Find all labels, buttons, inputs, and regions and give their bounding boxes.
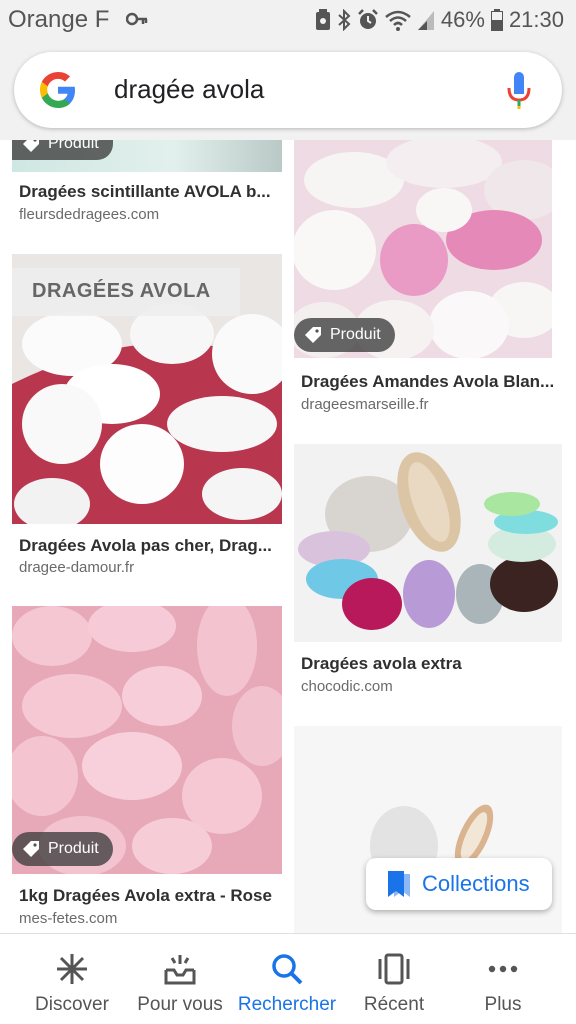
key-icon [126,12,148,26]
status-icons: 46% 21:30 [315,6,564,34]
clock-time: 21:30 [508,7,564,32]
image-results: Produit Dragées scintillante AVOLA b... … [0,140,576,933]
nav-recent[interactable]: Récent [344,934,444,1024]
nav-pour-vous[interactable]: Pour vous [130,934,230,1024]
result-title-1[interactable]: Dragées scintillante AVOLA b... [19,182,281,202]
collections-button[interactable]: Collections [366,858,552,910]
nav-plus[interactable]: Plus [460,934,546,1024]
mic-icon[interactable] [506,70,532,110]
nav-label-pour-vous: Pour vous [137,994,223,1015]
result-image-5[interactable]: Produit [12,606,282,874]
nav-label-plus: Plus [484,994,522,1015]
status-bar: Orange F 46% 21:30 [0,0,576,40]
wifi-icon [385,10,411,31]
bookmark-collections-icon [388,871,410,897]
search-bar[interactable]: dragée avola [14,52,562,128]
bottom-navigation: Discover Pour vous Rechercher Récent Plu… [0,933,576,1024]
collections-label: Collections [422,871,530,896]
nav-rechercher[interactable]: Rechercher [230,934,344,1024]
google-g-logo [40,72,75,108]
result-source-5: mes-fetes.com [19,910,118,927]
result-title-4[interactable]: Dragées avola extra [301,654,557,674]
tag-icon [23,140,39,152]
carrier-name: Orange F [8,6,110,33]
asterisk-icon [57,954,87,984]
search-area: dragée avola [0,40,576,140]
product-badge: Produit [12,140,113,160]
tag-icon [23,841,39,857]
product-badge: Produit [294,318,395,352]
result-title-2[interactable]: Dragées Amandes Avola Blan... [301,372,557,392]
battery-percent: 46% [440,7,485,32]
result-source-3: dragee-damour.fr [19,559,135,576]
product-badge: Produit [12,832,113,866]
result-title-3[interactable]: Dragées Avola pas cher, Drag... [19,536,281,556]
battery-icon [490,9,503,31]
recycle-icon [315,9,330,30]
nav-label-discover: Discover [35,994,109,1015]
result-image-3[interactable]: DRAGÉES AVOLA [12,254,282,524]
nav-discover[interactable]: Discover [14,934,130,1024]
nav-label-recent: Récent [363,994,425,1015]
search-query[interactable]: dragée avola [114,74,264,105]
result-image-1[interactable]: Produit [12,140,282,172]
recent-cards-icon [378,953,410,985]
result-image-4[interactable] [294,444,562,642]
bluetooth-icon [338,9,351,31]
more-dots-icon [488,965,518,973]
tag-icon [305,327,321,343]
result-title-5[interactable]: 1kg Dragées Avola extra - Rose [19,886,281,906]
search-icon [272,954,303,985]
image-banner-text: DRAGÉES AVOLA [12,268,240,316]
result-source-2: drageesmarseille.fr [301,396,429,413]
alarm-icon [358,9,378,29]
result-image-2[interactable]: Produit [294,140,552,358]
inbox-updates-icon [164,955,196,985]
signal-icon [417,11,434,30]
nav-label-rechercher: Rechercher [237,994,337,1015]
result-source-4: chocodic.com [301,678,393,695]
dragees-photo-colors [294,444,562,642]
result-source-1: fleursdedragees.com [19,206,160,223]
